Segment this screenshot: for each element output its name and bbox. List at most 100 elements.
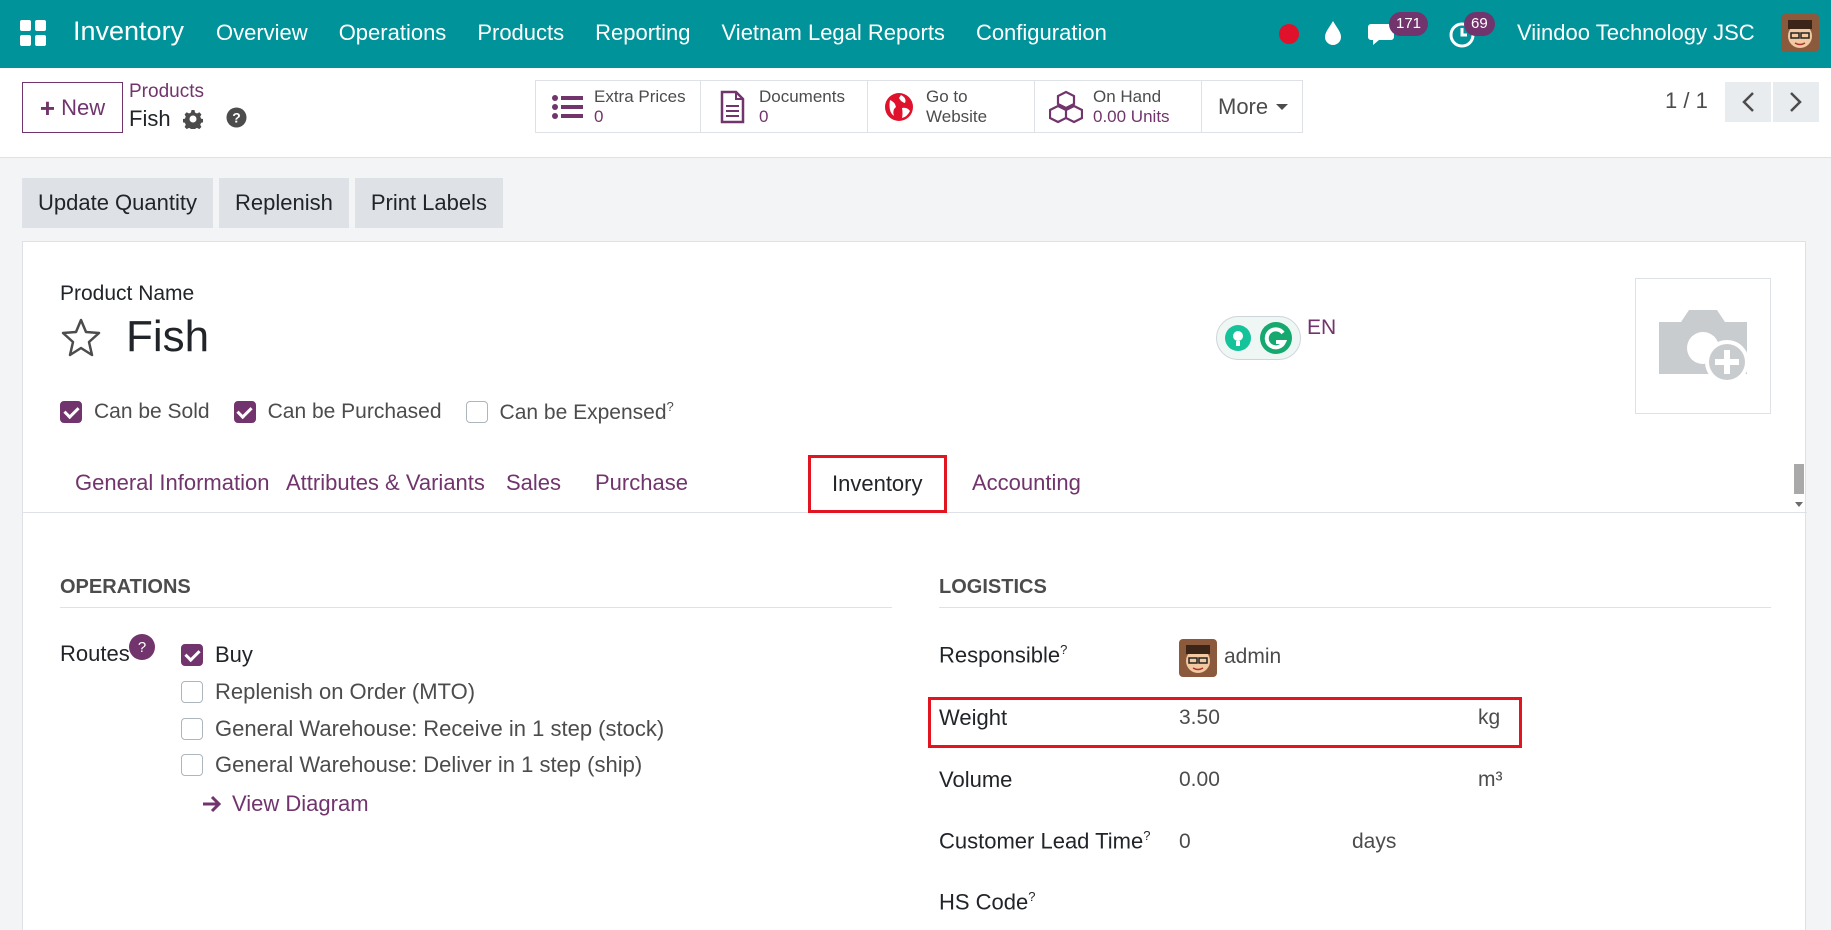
route-deliver-checkbox[interactable]: General Warehouse: Deliver in 1 step (sh… bbox=[181, 752, 642, 778]
routes-label: Routes bbox=[60, 641, 130, 666]
checkbox-checked[interactable] bbox=[233, 401, 256, 423]
checkbox-unchecked[interactable] bbox=[465, 401, 488, 423]
can-be-purchased-checkbox[interactable]: Can be Purchased bbox=[233, 400, 442, 424]
customer-lead-time-label: Customer Lead Time? bbox=[939, 828, 1151, 854]
document-icon bbox=[720, 90, 745, 123]
product-flags: Can be Sold Can be Purchased Can be Expe… bbox=[60, 399, 674, 425]
weight-unit: kg bbox=[1478, 706, 1501, 729]
help-tooltip-marker[interactable]: ? bbox=[1143, 828, 1150, 843]
arrow-right-icon bbox=[203, 795, 222, 813]
gear-icon[interactable] bbox=[182, 109, 203, 129]
checkbox-unchecked[interactable] bbox=[181, 681, 203, 703]
help-tooltip-marker[interactable]: ? bbox=[1028, 889, 1035, 904]
main-menu: Overview Operations Products Reporting V… bbox=[216, 20, 1107, 46]
star-icon[interactable] bbox=[59, 316, 103, 360]
go-to-label: Go to bbox=[926, 86, 968, 106]
route-mto-checkbox[interactable]: Replenish on Order (MTO) bbox=[181, 679, 475, 705]
checkbox-unchecked[interactable] bbox=[181, 718, 203, 740]
route-buy-checkbox[interactable]: Buy bbox=[181, 642, 253, 668]
grammarly-widget[interactable] bbox=[1216, 316, 1301, 360]
on-hand-button[interactable]: On Hand 0.00 Units bbox=[1035, 81, 1202, 132]
apps-menu-icon[interactable] bbox=[20, 20, 46, 46]
print-labels-button[interactable]: Print Labels bbox=[354, 178, 504, 228]
scrollbar[interactable] bbox=[1793, 456, 1805, 512]
svg-text:?: ? bbox=[232, 110, 241, 126]
volume-field[interactable]: 0.00 bbox=[1179, 768, 1220, 792]
company-switcher[interactable]: Viindoo Technology JSC bbox=[1517, 20, 1755, 46]
volume-unit: m³ bbox=[1478, 768, 1503, 791]
menu-configuration[interactable]: Configuration bbox=[976, 20, 1107, 46]
help-icon[interactable]: ? bbox=[226, 107, 247, 128]
weight-field[interactable]: 3.50 bbox=[1179, 706, 1220, 730]
tab-inventory[interactable]: Inventory bbox=[808, 455, 947, 513]
replenish-button[interactable]: Replenish bbox=[218, 178, 349, 228]
help-tooltip-marker[interactable]: ? bbox=[667, 399, 674, 414]
update-quantity-button[interactable]: Update Quantity bbox=[22, 178, 213, 228]
control-panel: + New Products Fish ? Extra Prices 0 Docum… bbox=[0, 68, 1831, 158]
go-to-website-button[interactable]: Go to Website bbox=[868, 81, 1035, 132]
globe-icon bbox=[885, 92, 913, 121]
checkbox-checked[interactable] bbox=[181, 644, 203, 666]
lightbulb-icon bbox=[1225, 325, 1252, 351]
checkbox-checked[interactable] bbox=[60, 401, 82, 423]
chevron-left-icon bbox=[1742, 92, 1754, 112]
menu-vietnam-legal-reports[interactable]: Vietnam Legal Reports bbox=[722, 20, 945, 46]
customer-lead-time-field[interactable]: 0 bbox=[1179, 830, 1191, 854]
extra-prices-label: Extra Prices bbox=[594, 86, 686, 106]
top-navbar: Inventory Overview Operations Products R… bbox=[0, 0, 1831, 68]
can-be-expensed-checkbox[interactable]: Can be Expensed? bbox=[465, 399, 674, 425]
on-hand-value: 0.00 Units bbox=[1093, 106, 1170, 126]
more-label: More bbox=[1218, 93, 1269, 119]
language-toggle[interactable]: EN bbox=[1307, 316, 1336, 340]
routes-help-icon[interactable]: ? bbox=[129, 634, 155, 660]
pager-value[interactable]: 1 / 1 bbox=[1665, 88, 1708, 114]
menu-overview[interactable]: Overview bbox=[216, 20, 308, 46]
documents-button[interactable]: Documents 0 bbox=[701, 81, 868, 132]
form-tabs: General Information Attributes & Variant… bbox=[23, 453, 1807, 513]
weight-highlight bbox=[928, 697, 1522, 748]
menu-reporting[interactable]: Reporting bbox=[595, 20, 690, 46]
hs-code-label: HS Code? bbox=[939, 889, 1036, 915]
tab-general-information[interactable]: General Information bbox=[75, 453, 269, 513]
product-name-field[interactable]: Fish bbox=[126, 312, 209, 362]
can-be-sold-checkbox[interactable]: Can be Sold bbox=[60, 400, 210, 424]
operations-section-title: OPERATIONS bbox=[60, 576, 892, 608]
chevron-right-icon bbox=[1790, 92, 1802, 112]
smart-buttons: Extra Prices 0 Documents 0 Go to Website On… bbox=[535, 80, 1303, 133]
record-icon[interactable] bbox=[1279, 24, 1299, 44]
website-label: Website bbox=[926, 106, 988, 126]
volume-label: Volume bbox=[939, 767, 1013, 792]
responsible-field[interactable]: admin bbox=[1224, 645, 1281, 669]
product-image-upload[interactable] bbox=[1635, 278, 1771, 414]
extra-prices-button[interactable]: Extra Prices 0 bbox=[536, 81, 701, 132]
tab-sales[interactable]: Sales bbox=[506, 453, 561, 513]
breadcrumb-current: Fish bbox=[129, 106, 203, 132]
pager-previous-button[interactable] bbox=[1725, 82, 1771, 122]
view-diagram-link[interactable]: View Diagram bbox=[202, 791, 369, 817]
help-tooltip-marker[interactable]: ? bbox=[1060, 642, 1067, 657]
drop-icon[interactable] bbox=[1323, 20, 1343, 46]
app-name[interactable]: Inventory bbox=[73, 16, 184, 47]
tab-purchase[interactable]: Purchase bbox=[595, 453, 688, 513]
more-button[interactable]: More bbox=[1202, 81, 1302, 132]
camera-add-icon bbox=[1659, 310, 1749, 384]
lead-time-unit: days bbox=[1352, 830, 1397, 853]
menu-operations[interactable]: Operations bbox=[339, 20, 447, 46]
chat-count-badge: 171 bbox=[1389, 12, 1429, 36]
activity-count-badge: 69 bbox=[1464, 12, 1495, 36]
user-avatar[interactable] bbox=[1781, 14, 1819, 52]
checkbox-unchecked[interactable] bbox=[181, 754, 203, 776]
breadcrumb-current-label: Fish bbox=[129, 106, 171, 131]
documents-label: Documents bbox=[759, 86, 845, 106]
on-hand-label: On Hand bbox=[1093, 86, 1162, 106]
tab-attributes-variants[interactable]: Attributes & Variants bbox=[286, 453, 485, 513]
pager-next-button[interactable] bbox=[1773, 82, 1819, 122]
caret-down-icon bbox=[1276, 103, 1289, 110]
route-receive-checkbox[interactable]: General Warehouse: Receive in 1 step (st… bbox=[181, 716, 664, 742]
tab-accounting[interactable]: Accounting bbox=[972, 453, 1081, 513]
menu-products[interactable]: Products bbox=[477, 20, 564, 46]
product-form: Product Name Fish EN Can be Sold Can be … bbox=[22, 241, 1807, 930]
grammarly-icon bbox=[1259, 322, 1292, 354]
breadcrumb-products[interactable]: Products bbox=[129, 81, 204, 103]
new-button[interactable]: + New bbox=[22, 82, 123, 133]
